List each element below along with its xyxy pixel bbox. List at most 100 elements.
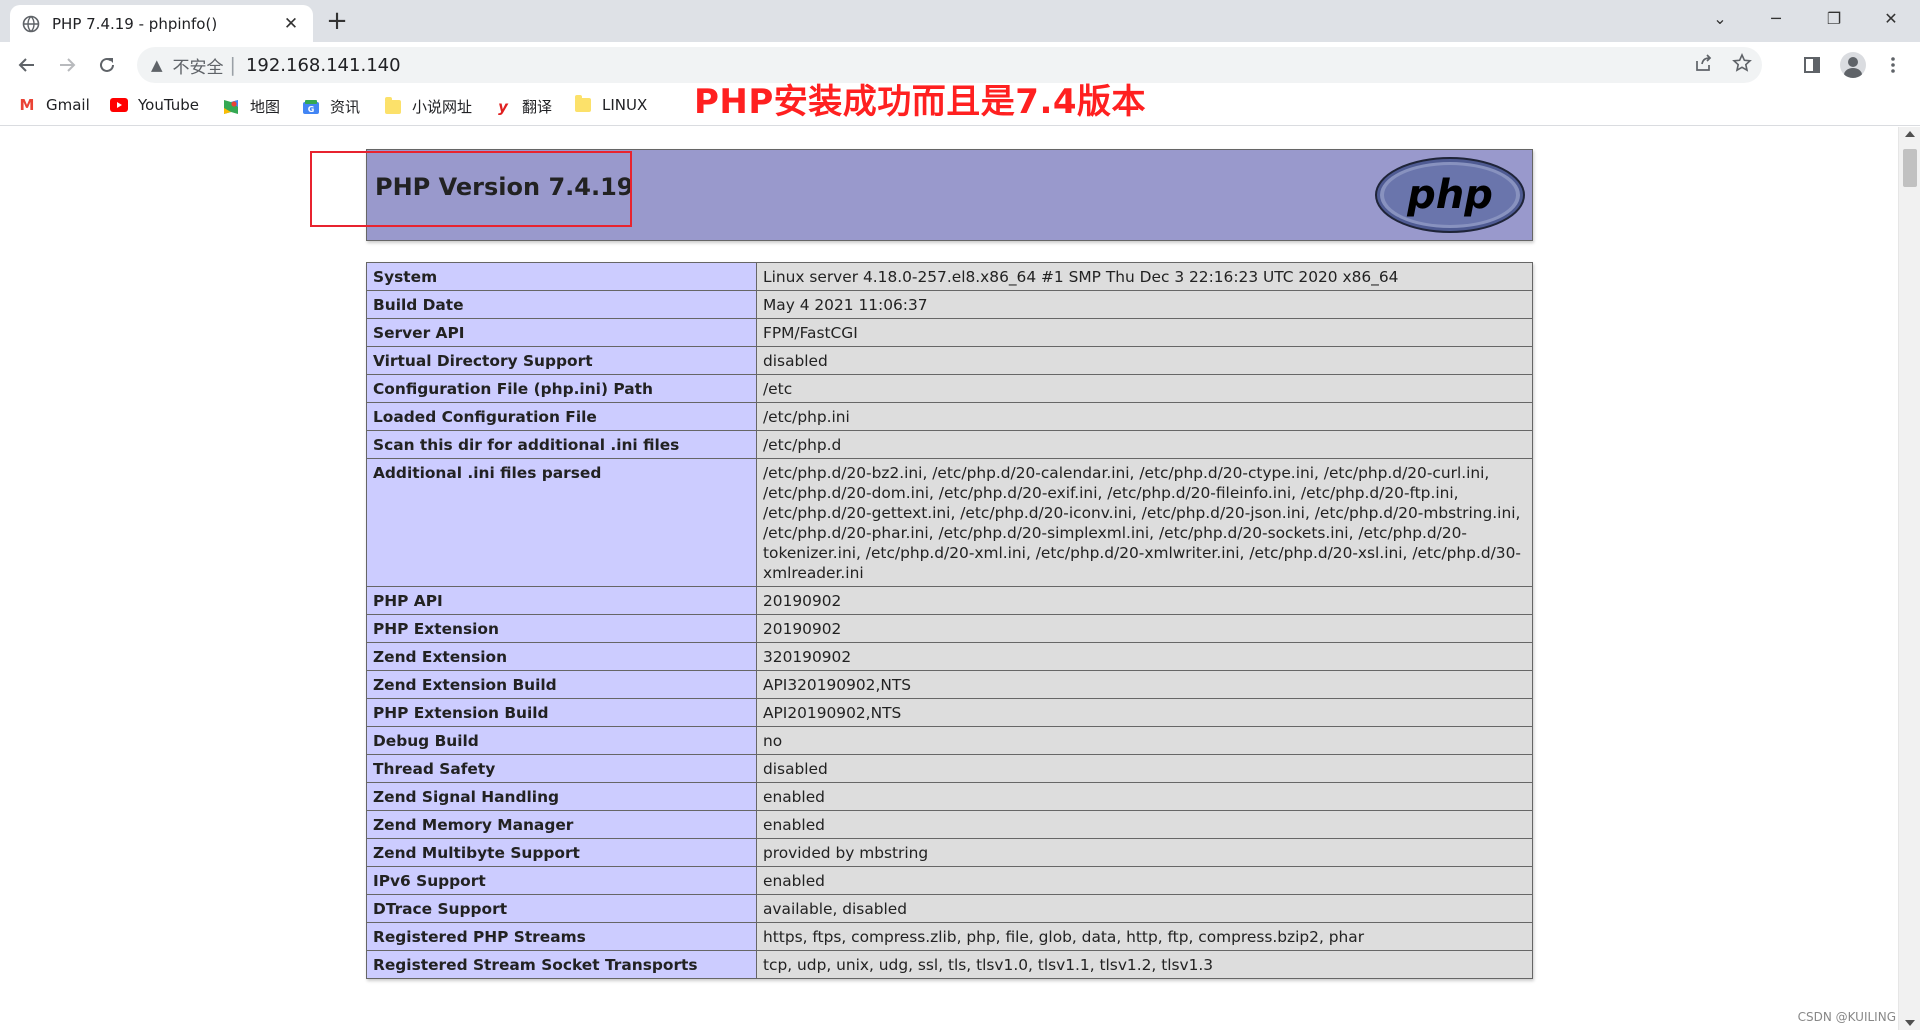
- scrollbar-thumb[interactable]: [1903, 149, 1917, 187]
- table-row: IPv6 Support enabled: [366, 866, 1533, 895]
- php-logo-icon[interactable]: php: [1374, 156, 1526, 234]
- tab-strip: PHP 7.4.19 - phpinfo() ✕ + ⌄ ─ ❐ ✕: [0, 0, 1920, 42]
- annotation-text: PHP安装成功而且是7.4版本: [694, 82, 1147, 122]
- table-row: Registered PHP Streams https, ftps, compr…: [366, 922, 1533, 951]
- new-tab-button[interactable]: +: [323, 8, 351, 36]
- php-logo-text: php: [1406, 172, 1493, 218]
- row-key: Zend Extension: [366, 642, 757, 671]
- url-text[interactable]: 192.168.141.140: [246, 55, 401, 76]
- row-value: /etc/php.d: [756, 430, 1533, 459]
- row-key: PHP Extension: [366, 614, 757, 643]
- row-value: provided by mbstring: [756, 838, 1533, 867]
- minimize-button[interactable]: ─: [1747, 0, 1805, 36]
- table-row: Loaded Configuration File/etc/php.ini: [366, 402, 1533, 431]
- avatar: [1840, 52, 1866, 78]
- row-value: 320190902: [756, 642, 1533, 671]
- kebab-menu-icon: [1891, 57, 1895, 73]
- row-value: enabled: [756, 866, 1533, 895]
- row-key: IPv6 Support: [366, 866, 757, 895]
- row-value: May 4 2021 11:06:37: [756, 290, 1533, 319]
- youdao-icon: y: [498, 97, 508, 116]
- row-value: /etc/php.d/20-bz2.ini, /etc/php.d/20-cal…: [756, 458, 1533, 587]
- table-row: System Linux server 4.18.0-257.el8.x86_64…: [366, 262, 1533, 291]
- table-row: DTrace Support available, disabled: [366, 894, 1533, 923]
- reload-button[interactable]: [92, 50, 122, 80]
- table-row: Thread Safety disabled: [366, 754, 1533, 783]
- row-key: Thread Safety: [366, 754, 757, 783]
- side-panel-icon: [1804, 57, 1820, 73]
- row-key: Additional .ini files parsed: [366, 458, 757, 587]
- table-row: Debug Build no: [366, 726, 1533, 755]
- bookmark-translate[interactable]: y 翻译: [494, 96, 552, 117]
- back-arrow-icon: [18, 58, 34, 72]
- row-key: Scan this dir for additional .ini files: [366, 430, 757, 459]
- row-value: disabled: [756, 754, 1533, 783]
- row-value: disabled: [756, 346, 1533, 375]
- table-row: Zend Memory Manager enabled: [366, 810, 1533, 839]
- tab-close-icon[interactable]: ✕: [281, 14, 301, 34]
- row-value: tcp, udp, unix, udg, ssl, tls, tlsv1.0, …: [756, 950, 1533, 979]
- bookmark-label: YouTube: [138, 96, 199, 114]
- profile-button[interactable]: [1838, 50, 1868, 80]
- forward-button[interactable]: [52, 50, 82, 80]
- table-row: Virtual Directory Support disabled: [366, 346, 1533, 375]
- bookmark-gmail[interactable]: M Gmail: [18, 96, 90, 114]
- back-button[interactable]: [12, 50, 42, 80]
- row-value: Linux server 4.18.0-257.el8.x86_64 #1 SM…: [756, 262, 1533, 291]
- bookmark-folder-linux[interactable]: LINUX: [574, 95, 648, 114]
- bookmark-label: 翻译: [522, 98, 553, 116]
- row-key: Registered Stream Socket Transports: [366, 950, 757, 979]
- side-panel-button[interactable]: [1797, 50, 1827, 80]
- phpinfo-table: System Linux server 4.18.0-257.el8.x86_64…: [366, 262, 1533, 979]
- tab-phpinfo[interactable]: PHP 7.4.19 - phpinfo() ✕: [10, 5, 313, 42]
- tab-title: PHP 7.4.19 - phpinfo(): [52, 14, 218, 33]
- globe-icon: [22, 15, 40, 32]
- scroll-down-icon[interactable]: [1905, 1020, 1915, 1026]
- bookmark-label: Gmail: [46, 96, 90, 114]
- tab-search-icon[interactable]: ⌄: [1691, 0, 1749, 36]
- table-row: PHP Extension 20190902: [366, 614, 1533, 643]
- row-key: PHP API: [366, 586, 757, 615]
- table-row: PHP Extension Build API20190902,NTS: [366, 698, 1533, 727]
- table-row: PHP API 20190902: [366, 586, 1533, 615]
- warning-triangle-icon[interactable]: ▲: [151, 56, 163, 74]
- row-value: /etc/php.ini: [756, 402, 1533, 431]
- row-value: no: [756, 726, 1533, 755]
- row-key: Zend Signal Handling: [366, 782, 757, 811]
- insecure-label[interactable]: 不安全: [173, 53, 224, 78]
- gmail-icon: M: [19, 96, 35, 114]
- bookmark-maps[interactable]: 地图: [222, 96, 280, 117]
- row-value: https, ftps, compress.zlib, php, file, g…: [756, 922, 1533, 951]
- bookmark-label: 小说网址: [412, 98, 473, 116]
- share-icon[interactable]: [1694, 53, 1714, 73]
- menu-button[interactable]: [1878, 50, 1908, 80]
- row-key: Loaded Configuration File: [366, 402, 757, 431]
- table-row: Zend Multibyte Support provided by mbstri…: [366, 838, 1533, 867]
- row-value: 20190902: [756, 586, 1533, 615]
- maps-icon: [222, 98, 240, 116]
- maximize-button[interactable]: ❐: [1805, 0, 1863, 36]
- row-key: DTrace Support: [366, 894, 757, 923]
- reload-icon: [100, 57, 114, 72]
- table-row: Additional .ini files parsed/etc/php.d/2…: [366, 458, 1533, 587]
- scroll-up-icon[interactable]: [1905, 131, 1915, 137]
- bookmark-label: LINUX: [602, 96, 648, 114]
- vertical-scrollbar[interactable]: [1898, 127, 1920, 1030]
- row-key: Configuration File (php.ini) Path: [366, 374, 757, 403]
- row-key: Zend Memory Manager: [366, 810, 757, 839]
- row-key: Server API: [366, 318, 757, 347]
- bookmark-news[interactable]: G 资讯: [302, 96, 360, 117]
- row-value: API320190902,NTS: [756, 670, 1533, 699]
- page-content: PHP Version 7.4.19 php System Linux serve…: [0, 127, 1898, 1030]
- forward-arrow-icon: [60, 58, 76, 72]
- bookmark-youtube[interactable]: YouTube: [110, 96, 199, 114]
- table-row: Zend Extension Build API320190902,NTS: [366, 670, 1533, 699]
- table-row: Build Date May 4 2021 11:06:37: [366, 290, 1533, 319]
- window-close-button[interactable]: ✕: [1862, 0, 1920, 36]
- table-row: Configuration File (php.ini) Path/etc: [366, 374, 1533, 403]
- highlight-box: [310, 151, 632, 227]
- watermark: CSDN @KUILING: [1797, 1010, 1896, 1024]
- bookmark-folder-novels[interactable]: 小说网址: [384, 96, 472, 117]
- star-icon[interactable]: [1732, 53, 1752, 73]
- row-value: API20190902,NTS: [756, 698, 1533, 727]
